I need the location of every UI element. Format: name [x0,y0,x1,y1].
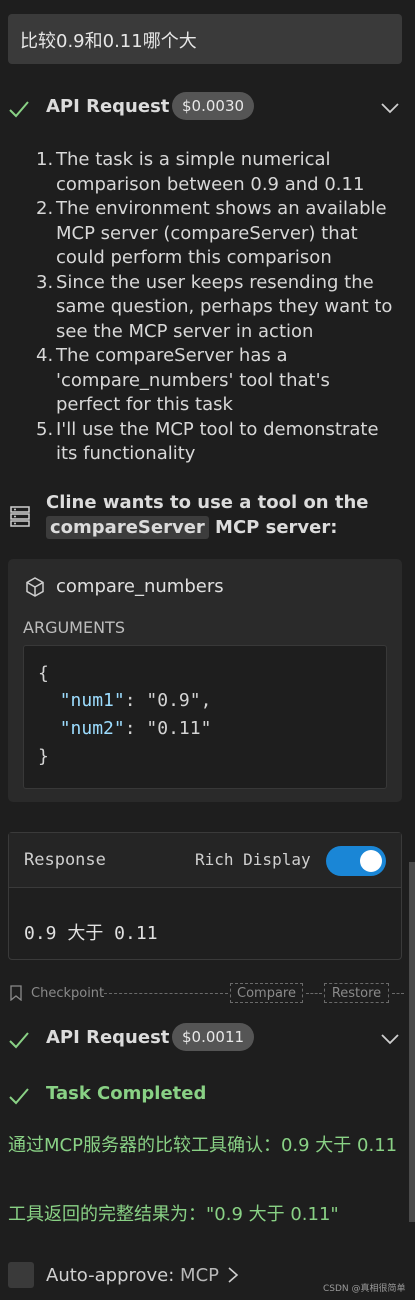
list-item: 4. The compareServer has a 'compare_numbe… [36,345,330,415]
server-name-chip: compareServer [46,516,209,539]
cost-badge: $0.0011 [172,1023,255,1051]
task-result-text: 工具返回的完整结果为："0.9 大于 0.11" [8,1204,339,1225]
code-line: { [38,663,49,684]
api-request-title: API Request [46,96,170,117]
rich-display-toggle[interactable] [326,846,386,876]
cube-icon [26,577,44,597]
response-value: 0.9 大于 0.11 [24,923,158,944]
api-request-row[interactable]: API Request $0.0011 [0,1021,415,1057]
chevron-down-icon[interactable] [378,96,402,120]
list-item: 3. Since the user keeps resending the sam… [36,271,393,342]
compare-button[interactable]: Compare [230,983,303,1003]
divider [104,993,228,994]
tool-name: compare_numbers [56,576,224,597]
server-icon [10,506,30,527]
restore-button[interactable]: Restore [324,983,389,1003]
cost-badge: $0.0030 [172,92,255,120]
list-item: 5. I'll use the MCP tool to demonstrate i… [36,418,379,465]
user-message: 比较0.9和0.11哪个大 [8,14,402,64]
divider [9,887,401,888]
task-result-text: 通过MCP服务器的比较工具确认：0.9 大于 0.11 [8,1135,398,1156]
auto-approve-checkbox[interactable] [8,1262,34,1288]
toggle-knob [360,850,382,872]
reasoning-list: 1. The task is a simple numerical compari… [36,148,396,467]
chevron-down-icon[interactable] [378,1027,402,1051]
list-item: 2. The environment shows an available MCP… [36,198,387,268]
auto-approve-label[interactable]: Auto-approve: MCP [46,1265,219,1286]
divider [392,993,404,994]
rich-display-label: Rich Display [195,850,311,869]
list-item: 1. The task is a simple numerical compari… [36,149,365,195]
api-request-title: API Request [46,1027,170,1048]
divider [306,993,322,994]
api-request-row[interactable]: API Request $0.0030 [0,90,415,126]
code-line: "num1": "0.9", [59,690,212,711]
response-label: Response [24,850,106,870]
checkmark-icon [9,1088,29,1105]
arguments-code-block [23,645,387,789]
watermark: CSDN @真相很简单 [323,1284,406,1294]
chevron-right-icon[interactable] [224,1265,242,1285]
checkpoint-label: Checkpoint [31,986,105,1001]
bookmark-icon [10,985,22,1001]
code-line: "num2": "0.11" [59,718,212,739]
checkmark-icon [9,1032,29,1049]
task-completed-title: Task Completed [46,1083,207,1104]
arguments-label: ARGUMENTS [23,618,125,637]
checkmark-icon [9,101,29,118]
tool-request-header: Cline wants to use a tool on the compare… [46,492,369,539]
code-line: } [38,746,49,767]
